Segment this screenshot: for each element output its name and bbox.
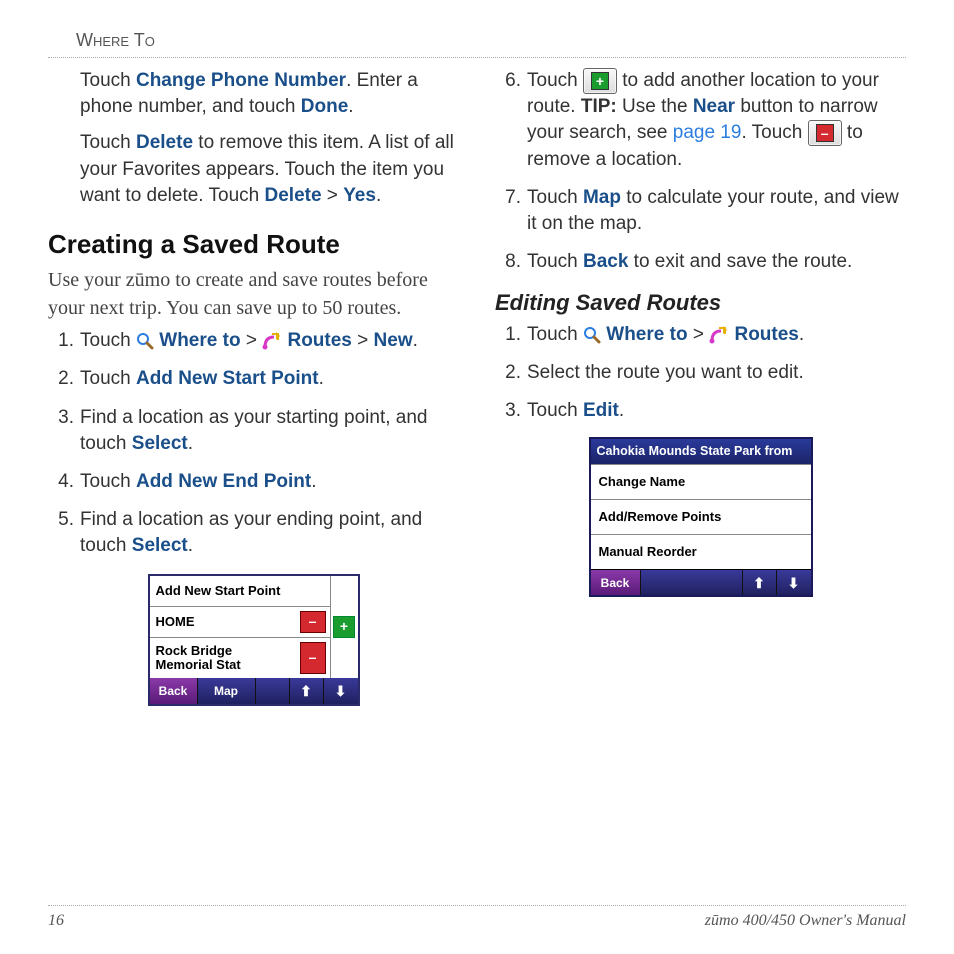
step-8: Touch Back to exit and save the route.: [495, 249, 906, 275]
step-5: Find a location as your ending point, an…: [48, 507, 459, 559]
search-icon: [136, 332, 154, 350]
device2-title: Cahokia Mounds State Park from: [591, 439, 811, 464]
label-select: Select: [132, 433, 188, 454]
page-footer: 16 zūmo 400/450 Owner's Manual: [48, 905, 906, 930]
label-back: Back: [583, 251, 628, 272]
remove-button[interactable]: –: [300, 642, 326, 675]
steps-create-route-cont: Touch + to add another location to your …: [495, 68, 906, 276]
device-screenshot-edit-route: Cahokia Mounds State Park from Change Na…: [589, 437, 813, 597]
label-where-to-2: Where to: [606, 324, 687, 345]
remove-location-button-inline: –: [808, 120, 842, 146]
steps-edit-route: Touch Where to > Routes. Select the rout…: [495, 322, 906, 425]
device-screenshot-route-points: Add New Start Point HOME – Rock Bridge M…: [148, 574, 360, 706]
device2-manual-reorder[interactable]: Manual Reorder: [591, 534, 811, 569]
device2-change-name[interactable]: Change Name: [591, 464, 811, 499]
device1-row-add-start[interactable]: Add New Start Point: [150, 576, 330, 606]
scroll-down-button[interactable]: ⬇: [777, 570, 811, 595]
scroll-up-button[interactable]: ⬆: [290, 678, 324, 704]
label-routes: Routes: [287, 330, 351, 351]
label-change-phone-number: Change Phone Number: [136, 70, 346, 91]
label-add-new-end-point: Add New End Point: [136, 471, 311, 492]
label-edit: Edit: [583, 400, 619, 421]
edit-step-2: Select the route you want to edit.: [495, 360, 906, 386]
scroll-up-button[interactable]: ⬆: [743, 570, 777, 595]
paragraph-delete: Touch Delete to remove this item. A list…: [80, 130, 459, 209]
device2-back-button[interactable]: Back: [591, 570, 641, 595]
paragraph-change-phone: Touch Change Phone Number. Enter a phone…: [80, 68, 459, 120]
label-add-new-start-point: Add New Start Point: [136, 368, 319, 389]
intro-block: Touch Change Phone Number. Enter a phone…: [48, 68, 459, 209]
heading-creating-saved-route: Creating a Saved Route: [48, 227, 459, 263]
scroll-down-button[interactable]: ⬇: [324, 678, 358, 704]
page-number: 16: [48, 912, 64, 930]
routes-icon: [262, 332, 282, 350]
search-icon: [583, 326, 601, 344]
manual-title: zūmo 400/450 Owner's Manual: [705, 912, 906, 930]
device1-map-button[interactable]: Map: [198, 678, 256, 704]
edit-step-1: Touch Where to > Routes.: [495, 322, 906, 348]
add-point-button[interactable]: +: [333, 616, 355, 638]
device1-row-home[interactable]: HOME: [150, 607, 296, 637]
step-6: Touch + to add another location to your …: [495, 68, 906, 173]
edit-step-3: Touch Edit.: [495, 398, 906, 424]
left-column: Touch Change Phone Number. Enter a phone…: [48, 68, 459, 706]
page-section-header: Where To: [48, 30, 906, 58]
device1-back-button[interactable]: Back: [150, 678, 198, 704]
device2-add-remove-points[interactable]: Add/Remove Points: [591, 499, 811, 534]
label-delete-2: Delete: [265, 185, 322, 206]
link-page-19[interactable]: page 19: [673, 122, 742, 143]
step-1: Touch Where to > Routes > New.: [48, 328, 459, 354]
routes-icon: [709, 326, 729, 344]
label-new: New: [374, 330, 413, 351]
step-3: Find a location as your starting point, …: [48, 405, 459, 457]
remove-button[interactable]: –: [300, 611, 326, 633]
label-where-to: Where to: [159, 330, 240, 351]
step-2: Touch Add New Start Point.: [48, 366, 459, 392]
tip-label: TIP:: [581, 96, 617, 117]
label-done: Done: [301, 96, 349, 117]
step-4: Touch Add New End Point.: [48, 469, 459, 495]
section-description: Use your zūmo to create and save routes …: [48, 267, 459, 322]
label-near: Near: [693, 96, 735, 117]
step-7: Touch Map to calculate your route, and v…: [495, 185, 906, 237]
right-column: Touch + to add another location to your …: [495, 68, 906, 706]
heading-editing-saved-routes: Editing Saved Routes: [495, 288, 906, 318]
label-yes: Yes: [343, 185, 376, 206]
steps-create-route: Touch Where to > Routes > New. Touch Add…: [48, 328, 459, 560]
label-delete: Delete: [136, 132, 193, 153]
label-routes-2: Routes: [734, 324, 798, 345]
add-location-button-inline: +: [583, 68, 617, 94]
device1-row-rockbridge[interactable]: Rock Bridge Memorial Stat: [150, 638, 296, 679]
two-column-layout: Touch Change Phone Number. Enter a phone…: [48, 68, 906, 706]
label-select-2: Select: [132, 535, 188, 556]
label-map: Map: [583, 187, 621, 208]
